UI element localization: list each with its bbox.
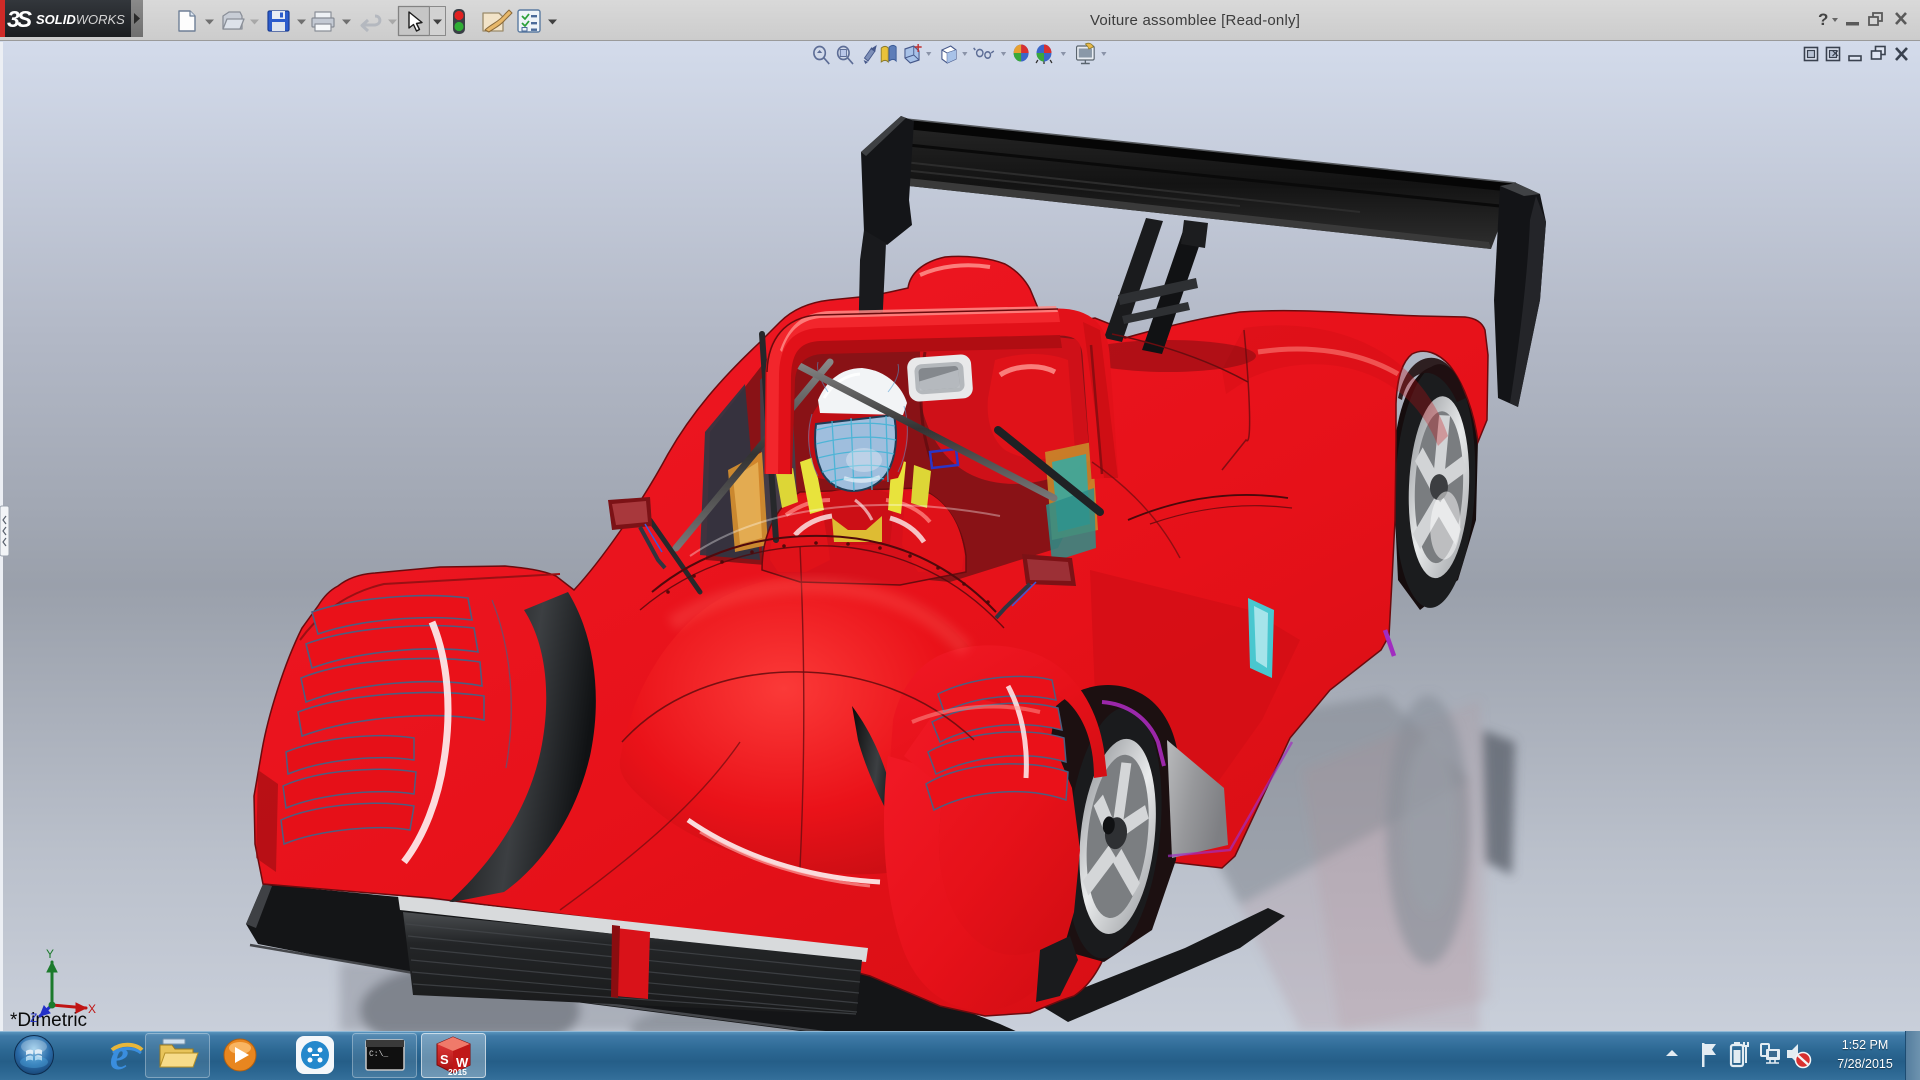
svg-text:?: ? (1818, 10, 1828, 29)
svg-text:2015: 2015 (448, 1067, 467, 1077)
svg-text:S: S (440, 1052, 449, 1067)
svg-text:Y: Y (46, 947, 54, 961)
svg-text:X: X (88, 1002, 96, 1016)
svg-text:Z: Z (30, 1011, 37, 1025)
svg-text:e: e (110, 1033, 129, 1079)
svg-text:3S: 3S (7, 6, 33, 32)
svg-text:SOLIDWORKS: SOLIDWORKS (36, 12, 125, 27)
svg-text:C:\_: C:\_ (369, 1050, 388, 1059)
